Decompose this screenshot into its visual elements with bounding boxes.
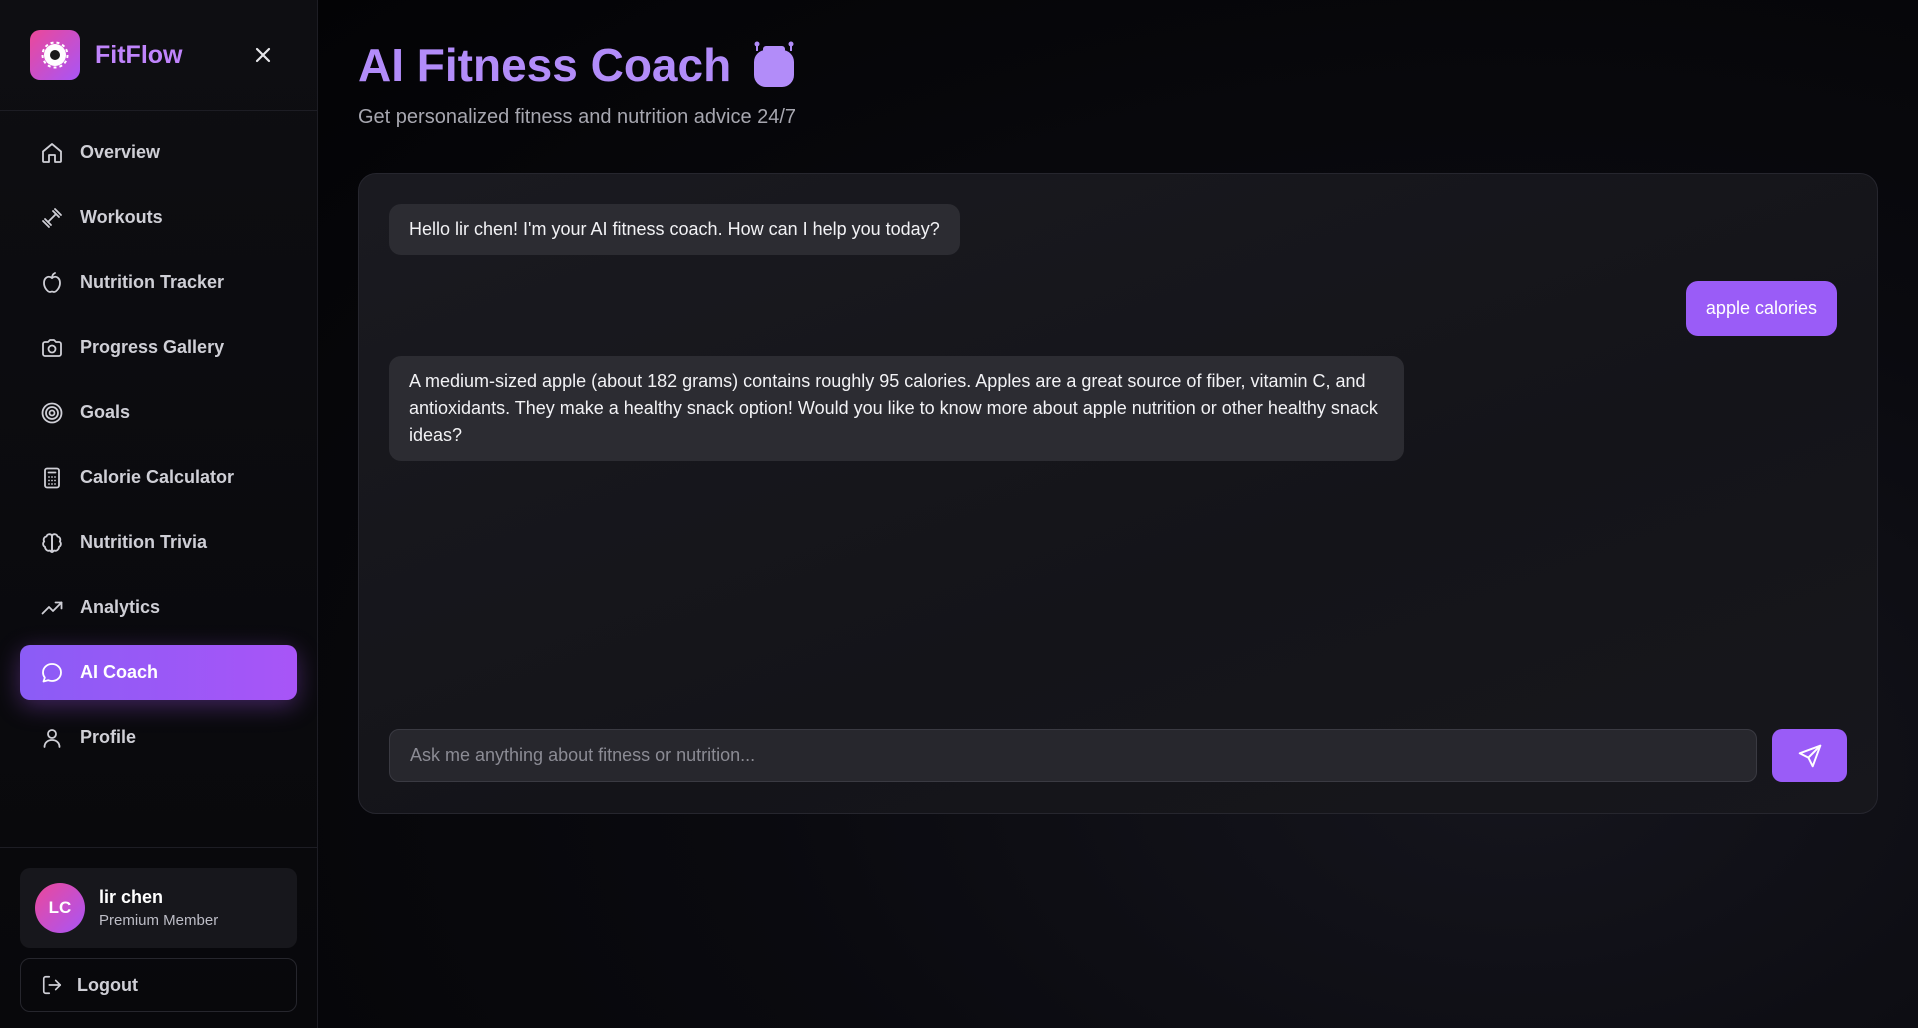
- logout-label: Logout: [77, 974, 138, 995]
- chat-input[interactable]: [389, 729, 1757, 782]
- logo-icon: [41, 41, 69, 69]
- user-message: apple calories: [1685, 281, 1837, 336]
- dumbbell-icon: [40, 206, 64, 230]
- sidebar-item-label: Analytics: [80, 597, 161, 617]
- send-button[interactable]: [1772, 729, 1847, 782]
- sidebar-item-progress-gallery[interactable]: Progress Gallery: [20, 320, 297, 375]
- calculator-icon: [40, 466, 64, 490]
- logout-icon: [41, 974, 63, 996]
- sidebar-item-overview[interactable]: Overview: [20, 125, 297, 180]
- user-role: Premium Member: [99, 912, 219, 929]
- sidebar-item-label: Overview: [80, 142, 161, 162]
- sidebar-footer: LC lir chen Premium Member Logout: [0, 847, 317, 1028]
- target-icon: [40, 401, 64, 425]
- chat-bubble-icon: [40, 661, 64, 685]
- avatar: LC: [35, 883, 85, 933]
- sidebar-item-profile[interactable]: Profile: [20, 710, 297, 765]
- sidebar-item-label: Progress Gallery: [80, 337, 225, 357]
- sidebar-item-analytics[interactable]: Analytics: [20, 580, 297, 635]
- bot-message: A medium-sized apple (about 182 grams) c…: [389, 356, 1404, 461]
- sidebar-item-calorie-calculator[interactable]: Calorie Calculator: [20, 450, 297, 505]
- sidebar-item-label: Calorie Calculator: [80, 467, 235, 487]
- apple-icon: [40, 271, 64, 295]
- sidebar-item-label: AI Coach: [80, 662, 159, 682]
- sidebar-item-ai-coach[interactable]: AI Coach: [20, 645, 297, 700]
- user-icon: [40, 726, 64, 750]
- sidebar-item-label: Goals: [80, 402, 131, 422]
- sidebar-nav: Overview Workouts Nutrition Tracker Prog…: [0, 111, 317, 847]
- send-icon: [1798, 744, 1821, 767]
- chat-panel: Hello lir chen! I'm your AI fitness coac…: [358, 173, 1878, 814]
- sidebar-item-workouts[interactable]: Workouts: [20, 190, 297, 245]
- sidebar-item-label: Nutrition Trivia: [80, 532, 208, 552]
- sidebar-item-nutrition-tracker[interactable]: Nutrition Tracker: [20, 255, 297, 310]
- sidebar-item-label: Profile: [80, 727, 137, 747]
- home-icon: [40, 141, 64, 165]
- logout-button[interactable]: Logout: [20, 958, 297, 1012]
- sidebar-item-label: Nutrition Tracker: [80, 272, 225, 292]
- close-icon: [255, 47, 271, 63]
- camera-icon: [40, 336, 64, 360]
- app-root: FitFlow Overview Workouts Nutrition Trac…: [0, 0, 1918, 1028]
- chat-input-row: [389, 729, 1847, 782]
- page-subtitle: Get personalized fitness and nutrition a…: [358, 106, 797, 128]
- main-content: AI Fitness Coach Get personalized fitnes…: [318, 0, 1918, 1028]
- page-title: AI Fitness Coach: [358, 39, 732, 91]
- sidebar-item-label: Workouts: [80, 207, 163, 227]
- close-sidebar-button[interactable]: [247, 39, 279, 71]
- sidebar-item-goals[interactable]: Goals: [20, 385, 297, 440]
- brain-icon: [40, 531, 64, 555]
- user-meta: lir chen Premium Member: [99, 887, 218, 929]
- fitflow-logo[interactable]: [30, 30, 80, 80]
- robot-icon: [749, 41, 799, 89]
- page-header: AI Fitness Coach: [358, 38, 1878, 92]
- trending-up-icon: [40, 596, 64, 620]
- user-name: lir chen: [99, 887, 164, 907]
- brand-name: FitFlow: [95, 40, 183, 69]
- sidebar: FitFlow Overview Workouts Nutrition Trac…: [0, 0, 318, 1028]
- user-card[interactable]: LC lir chen Premium Member: [20, 868, 297, 948]
- sidebar-item-nutrition-trivia[interactable]: Nutrition Trivia: [20, 515, 297, 570]
- brand-header: FitFlow: [0, 0, 317, 111]
- bot-message: Hello lir chen! I'm your AI fitness coac…: [389, 204, 960, 255]
